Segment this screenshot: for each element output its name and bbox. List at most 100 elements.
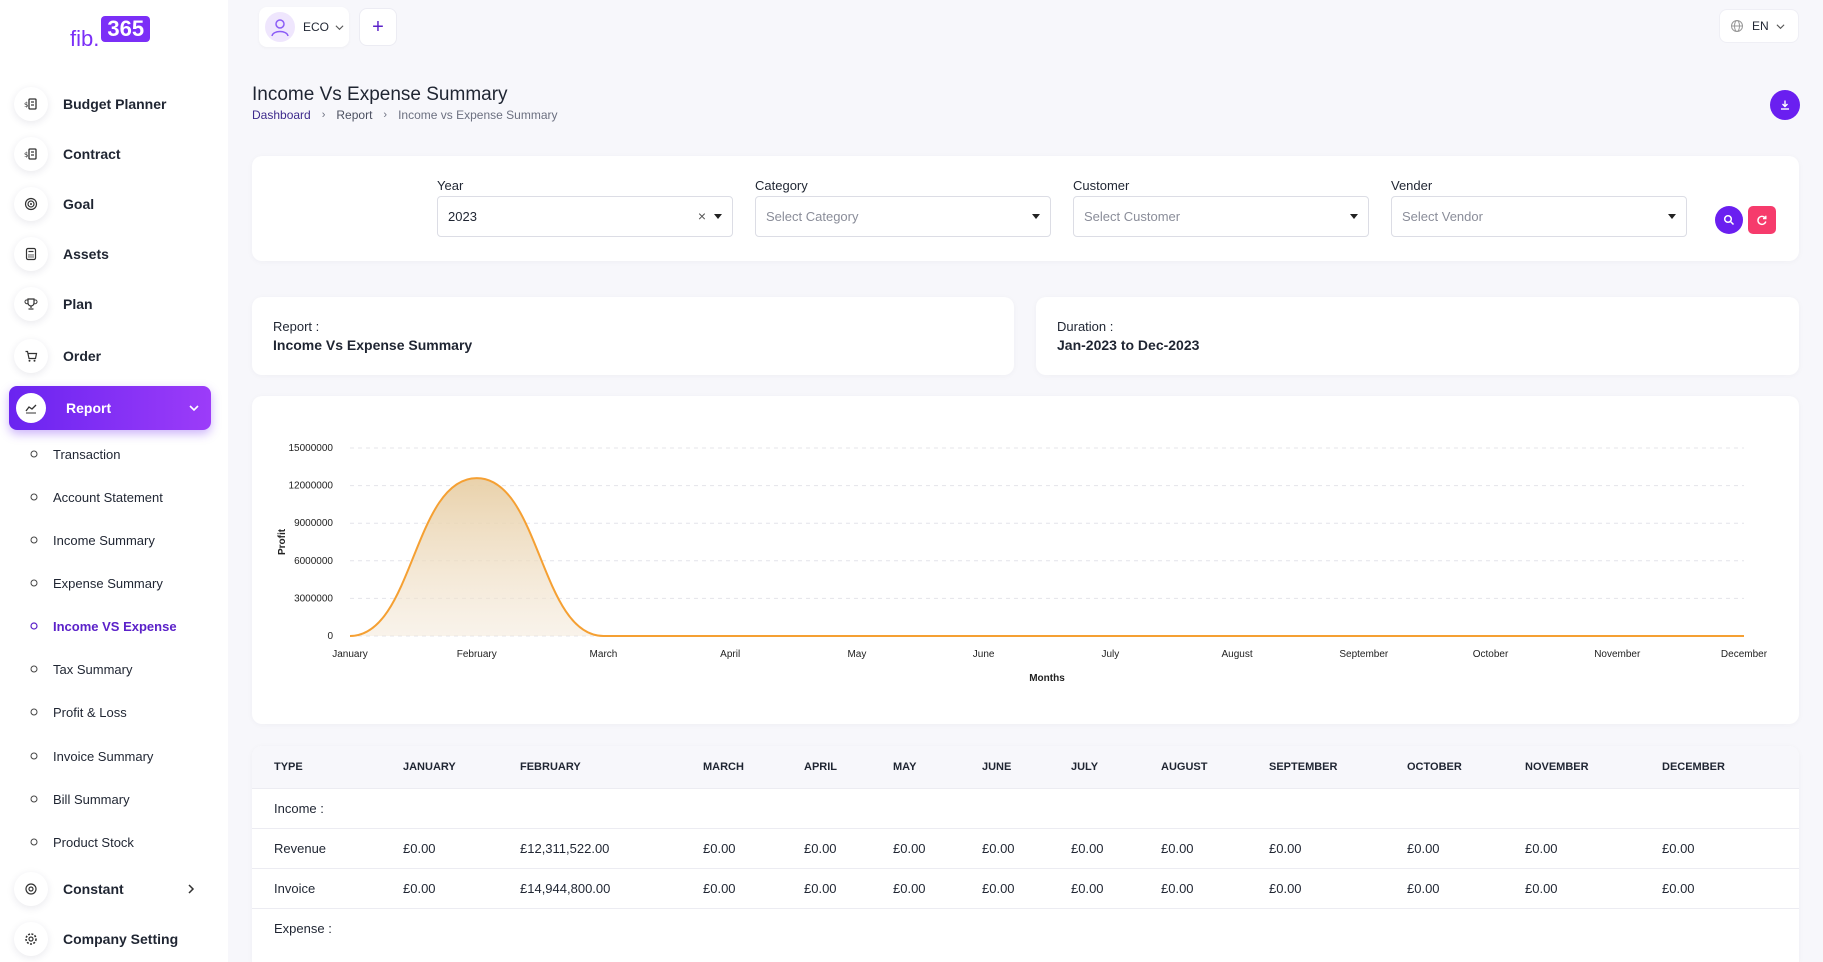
- customer-select[interactable]: Select Customer: [1073, 196, 1369, 237]
- sidebar-item-plan[interactable]: Plan: [14, 284, 210, 324]
- submenu-item-label: Expense Summary: [53, 575, 163, 591]
- year-filter: Year 2023 ×: [437, 178, 733, 237]
- submenu-item-income-summary[interactable]: Income Summary: [28, 529, 155, 551]
- target-settings-icon: [14, 872, 48, 906]
- line-chart-icon: [16, 393, 46, 423]
- sidebar-item-report[interactable]: Report: [9, 386, 211, 430]
- table-cell: £0.00: [1139, 867, 1247, 908]
- target-icon: [14, 187, 48, 221]
- caret-down-icon: [1668, 214, 1676, 219]
- year-select[interactable]: 2023 ×: [437, 196, 733, 237]
- table-cell: £0.00: [1640, 867, 1799, 908]
- submenu-item-expense-summary[interactable]: Expense Summary: [28, 572, 163, 594]
- table-cell: Revenue: [252, 827, 381, 868]
- submenu-item-tax-summary[interactable]: Tax Summary: [28, 658, 132, 680]
- add-button[interactable]: +: [359, 8, 397, 46]
- category-label: Category: [755, 178, 808, 193]
- sidebar-item-contract[interactable]: $ Contract: [14, 134, 210, 174]
- table-cell: £0.00: [782, 827, 871, 868]
- breadcrumb-report[interactable]: Report: [336, 108, 372, 122]
- table-cell: £0.00: [681, 827, 782, 868]
- category-select[interactable]: Select Category: [755, 196, 1051, 237]
- circle-bullet-icon: [28, 663, 40, 675]
- sidebar-item-order[interactable]: Order: [14, 336, 210, 376]
- chevron-right-icon: [188, 884, 195, 894]
- year-value: 2023: [448, 209, 477, 224]
- chart-card: 0 3000000 6000000 9000000 12000000 15000000 Ja…: [252, 396, 1799, 724]
- column-header: APRIL: [782, 746, 871, 788]
- sidebar-item-label: Assets: [63, 246, 109, 262]
- submenu-item-profit-loss[interactable]: Profit & Loss: [28, 701, 127, 723]
- table-cell: Income :: [252, 787, 1799, 828]
- sidebar-item-goal[interactable]: Goal: [14, 184, 210, 224]
- logo[interactable]: fib. 365: [70, 16, 151, 52]
- table-cell: £0.00: [1503, 867, 1640, 908]
- x-tick-label: May: [847, 649, 866, 660]
- svg-text:$: $: [24, 101, 28, 109]
- sidebar-item-constant[interactable]: Constant: [14, 869, 210, 909]
- y-tick-label: 6000000: [294, 556, 333, 567]
- workspace-switcher[interactable]: ECO: [259, 7, 349, 47]
- refresh-icon: [1757, 215, 1767, 226]
- x-axis-label: Months: [1029, 673, 1065, 684]
- column-header: SEPTEMBER: [1247, 746, 1385, 788]
- table-cell: £0.00: [1385, 827, 1503, 868]
- breadcrumb-dashboard[interactable]: Dashboard: [252, 108, 311, 122]
- download-button[interactable]: [1770, 90, 1800, 120]
- clear-icon[interactable]: ×: [698, 208, 706, 224]
- x-tick-label: March: [590, 649, 618, 660]
- table-row: Invoice £0.00 £14,944,800.00 £0.00 £0.00 £0.0…: [252, 867, 1799, 908]
- table-cell: £12,311,522.00: [498, 827, 681, 868]
- submenu-item-product-stock[interactable]: Product Stock: [28, 831, 134, 853]
- language-selector[interactable]: EN: [1719, 9, 1799, 43]
- circle-bullet-icon: [28, 491, 40, 503]
- x-tick-label: November: [1594, 649, 1641, 660]
- year-label: Year: [437, 178, 464, 193]
- column-header: JULY: [1049, 746, 1139, 788]
- sidebar-item-budget-planner[interactable]: $ Budget Planner: [14, 84, 210, 124]
- table-cell: £0.00: [381, 867, 498, 908]
- column-header: OCTOBER: [1385, 746, 1503, 788]
- submenu-item-bill-summary[interactable]: Bill Summary: [28, 788, 130, 810]
- customer-label: Customer: [1073, 178, 1130, 193]
- circle-bullet-icon: [28, 706, 40, 718]
- reset-button[interactable]: [1748, 206, 1776, 234]
- table-cell: Expense :: [252, 907, 1799, 948]
- circle-bullet-icon: [28, 793, 40, 805]
- submenu-item-label: Account Statement: [53, 489, 163, 505]
- download-icon: [1781, 100, 1789, 110]
- x-tick-label: December: [1721, 649, 1768, 660]
- table-cell: £0.00: [1049, 827, 1139, 868]
- table-cell: £0.00: [1139, 827, 1247, 868]
- chevron-down-icon: [1776, 23, 1785, 29]
- submenu-item-label: Income Summary: [53, 532, 155, 548]
- submenu-item-invoice-summary[interactable]: Invoice Summary: [28, 745, 153, 767]
- workspace-name: ECO: [303, 20, 330, 34]
- sidebar-item-label: Plan: [63, 296, 93, 312]
- table-cell: £0.00: [871, 827, 960, 868]
- circle-bullet-icon: [28, 534, 40, 546]
- report-info-card: Report : Income Vs Expense Summary: [252, 297, 1014, 375]
- submenu-item-account-statement[interactable]: Account Statement: [28, 486, 163, 508]
- submenu-item-income-vs-expense[interactable]: Income VS Expense: [28, 615, 177, 637]
- table-cell: £14,944,800.00: [498, 867, 681, 908]
- x-tick-label: August: [1222, 649, 1253, 660]
- vendor-select[interactable]: Select Vendor: [1391, 196, 1687, 237]
- caret-down-icon: [1350, 214, 1358, 219]
- chevron-right-icon: ›: [321, 109, 326, 121]
- chevron-down-icon: [189, 405, 199, 412]
- submenu-item-transaction[interactable]: Transaction: [28, 443, 120, 465]
- sidebar-item-company-setting[interactable]: Company Setting: [14, 919, 210, 959]
- customer-filter: Customer Select Customer: [1073, 178, 1369, 237]
- sidebar: fib. 365 $ Budget Planner $ Contract Goa…: [0, 0, 228, 962]
- sidebar-item-assets[interactable]: Assets: [14, 234, 210, 274]
- breadcrumb: Dashboard › Report › Income vs Expense S…: [252, 108, 558, 122]
- table-cell: £0.00: [1640, 827, 1799, 868]
- gear-icon: [14, 922, 48, 956]
- search-button[interactable]: [1715, 206, 1743, 234]
- table-cell: £0.00: [1247, 827, 1385, 868]
- table-cell: £0.00: [871, 867, 960, 908]
- table-cell: Invoice: [252, 867, 381, 908]
- trophy-icon: [14, 287, 48, 321]
- category-filter: Category Select Category: [755, 178, 1051, 237]
